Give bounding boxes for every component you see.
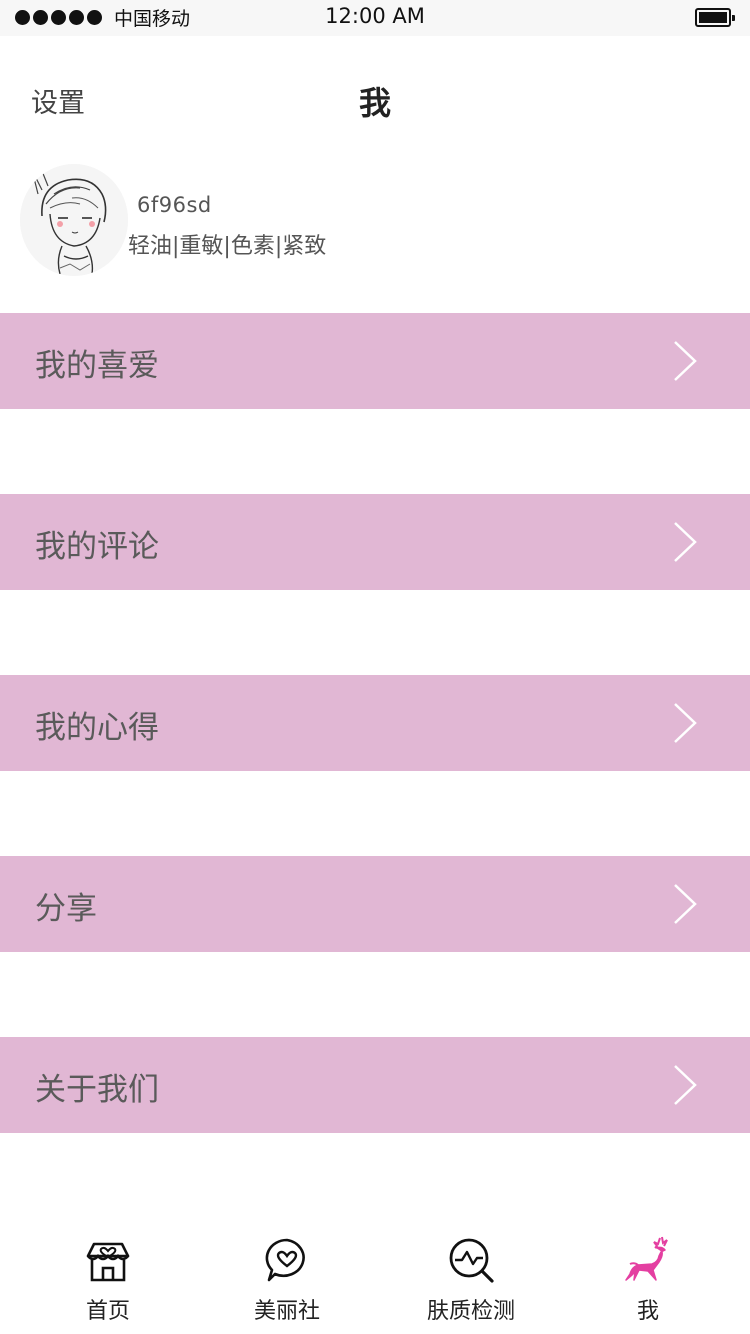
page-title: 我 (358, 84, 391, 122)
battery-icon (695, 8, 735, 27)
avatar[interactable] (20, 164, 128, 276)
skin-type-tags: 轻油|重敏|色素|紧致 (128, 234, 327, 259)
tab-label: 首页 (85, 1299, 130, 1324)
username: 6f96sd (137, 193, 212, 217)
menu-item-label: 我的喜爱 (35, 348, 159, 384)
tab-label: 我 (636, 1299, 659, 1324)
menu-item-label: 分享 (35, 891, 97, 927)
tab-me[interactable]: 我 (573, 1230, 723, 1330)
chat-heart-icon (265, 1238, 305, 1282)
chevron-right-icon (674, 703, 697, 743)
chevron-right-icon (674, 522, 697, 562)
menu-item-favorites[interactable]: 我的喜爱 (0, 313, 750, 409)
tab-label: 美丽社 (253, 1299, 320, 1324)
tab-home[interactable]: 首页 (33, 1230, 183, 1330)
status-bar: 中国移动 12:00 AM (0, 0, 750, 36)
avatar-sketch-image (20, 164, 128, 276)
tab-label: 肤质检测 (426, 1299, 515, 1324)
menu-item-label: 我的心得 (35, 710, 159, 746)
menu-item-comments[interactable]: 我的评论 (0, 494, 750, 590)
menu-item-experiences[interactable]: 我的心得 (0, 675, 750, 771)
chevron-right-icon (674, 341, 697, 381)
menu-item-label: 关于我们 (35, 1072, 159, 1108)
home-heart-icon (86, 1242, 130, 1282)
chevron-right-icon (674, 884, 697, 924)
signal-strength-icon (15, 10, 102, 25)
skin-test-icon (449, 1238, 494, 1283)
tab-beauty-club[interactable]: 美丽社 (212, 1230, 362, 1330)
menu-item-share[interactable]: 分享 (0, 856, 750, 952)
deer-icon (625, 1236, 668, 1281)
settings-button[interactable]: 设置 (31, 81, 85, 120)
status-time: 12:00 AM (325, 4, 425, 28)
carrier-name: 中国移动 (114, 8, 191, 30)
tab-skin-test[interactable]: 肤质检测 (396, 1230, 546, 1330)
menu-item-about-us[interactable]: 关于我们 (0, 1037, 750, 1133)
chevron-right-icon (674, 1065, 697, 1105)
menu-item-label: 我的评论 (35, 529, 159, 565)
